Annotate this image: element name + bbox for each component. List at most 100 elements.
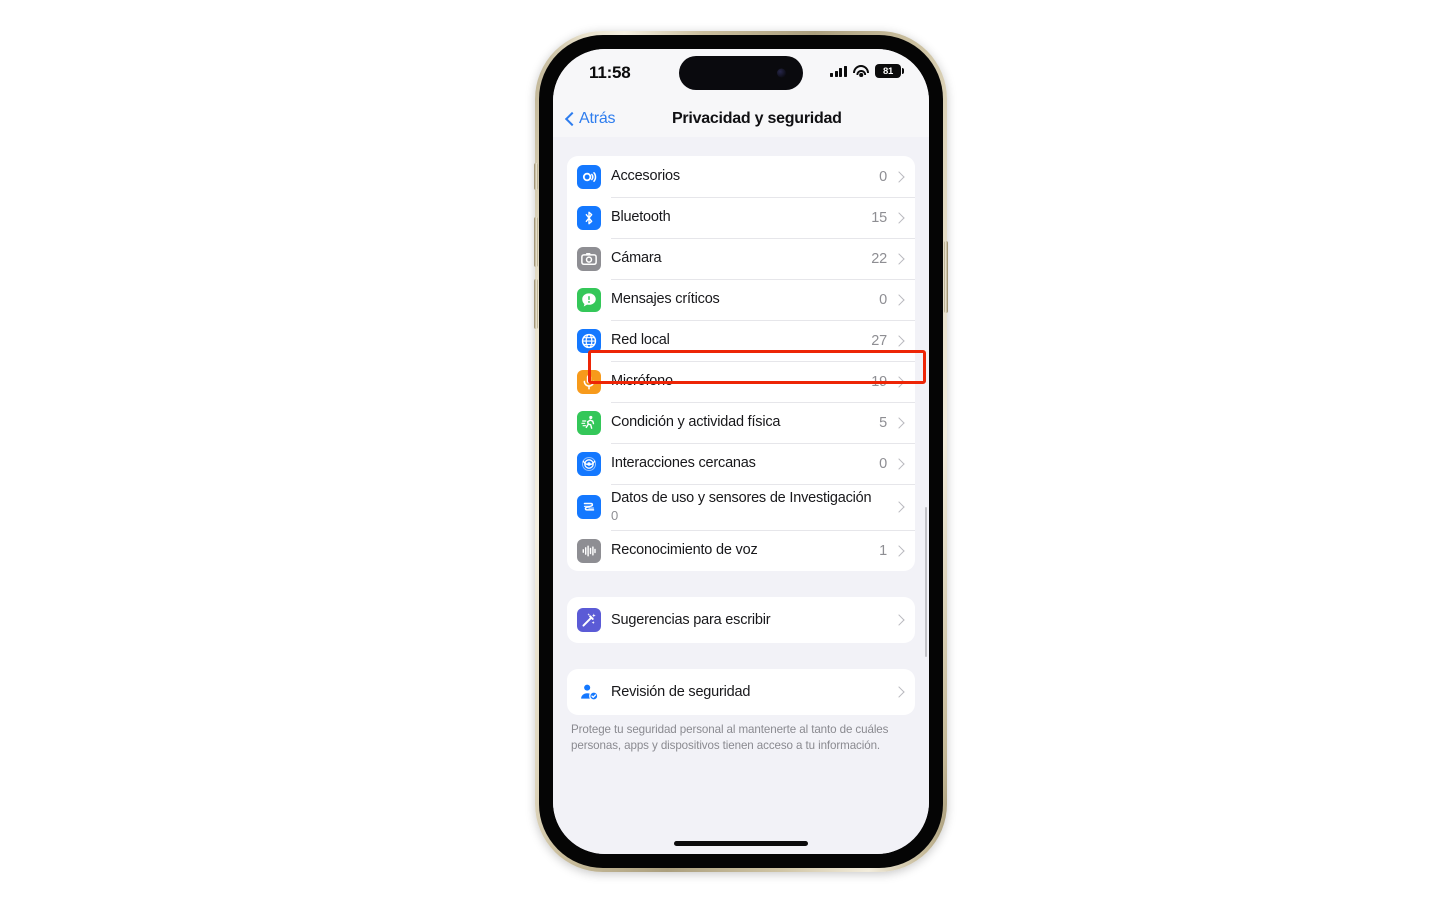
list-item-count: 0 (611, 508, 619, 523)
chevron-right-icon (895, 296, 903, 304)
list-item-accessory: 0 (879, 169, 915, 185)
list-item-text: Datos de uso y sensores de Investigación… (611, 484, 895, 530)
safety-check-group: Revisión de seguridad (567, 669, 915, 715)
volume-up-button[interactable] (534, 217, 538, 267)
cellular-bars-icon (830, 65, 847, 77)
list-item-label: Condición y actividad física (611, 414, 781, 430)
silent-switch-button[interactable] (534, 163, 538, 190)
list-item-text: Revisión de seguridad (611, 678, 895, 707)
scrollbar-thumb[interactable] (924, 507, 927, 657)
status-bar-indicators: 81 (830, 64, 904, 78)
wifi-icon (853, 65, 869, 77)
list-item-reconocimiento-de-voz[interactable]: Reconocimiento de voz 1 (567, 530, 915, 571)
list-item-camara[interactable]: Cámara 22 (567, 238, 915, 279)
navigation-bar: Atrás Privacidad y seguridad (553, 101, 929, 137)
permissions-group: Accesorios 0 Bluetooth 15 Cámara 22 Mens… (567, 156, 915, 571)
magic-wand-icon (577, 608, 601, 632)
list-item-count: 5 (879, 414, 887, 431)
chevron-right-icon (895, 173, 903, 181)
voice-waveform-icon (577, 538, 601, 563)
microphone-icon (577, 369, 601, 394)
list-item-label: Reconocimiento de voz (611, 542, 758, 558)
power-button[interactable] (944, 241, 948, 313)
list-item-datos-uso-sensores-investigacion[interactable]: Datos de uso y sensores de Investigación… (567, 484, 915, 530)
list-item-accesorios[interactable]: Accesorios 0 (567, 156, 915, 197)
list-item-label: Datos de uso y sensores de Investigación (611, 490, 872, 506)
list-item-label: Cámara (611, 250, 662, 266)
list-item-text: Accesorios (611, 162, 879, 191)
list-item-accessory: 1 (879, 543, 915, 559)
list-item-red-local[interactable]: Red local 27 (567, 320, 915, 361)
list-item-accessory (895, 503, 915, 511)
list-item-accessory: 5 (879, 415, 915, 431)
list-item-accessory: 22 (871, 251, 915, 267)
local-network-globe-icon (577, 328, 601, 353)
back-button-label: Atrás (579, 110, 616, 127)
chevron-right-icon (895, 419, 903, 427)
battery-level-label: 81 (883, 65, 893, 77)
chevron-right-icon (895, 337, 903, 345)
volume-down-button[interactable] (534, 279, 538, 329)
list-item-text: Bluetooth (611, 203, 871, 232)
chevron-right-icon (895, 547, 903, 555)
list-item-text: Red local (611, 326, 871, 355)
list-item-label: Mensajes críticos (611, 291, 720, 307)
list-item-accessory: 15 (871, 210, 915, 226)
phone-frame: 11:58 81 Atrás Privacidad y seguridad Ac… (534, 31, 948, 872)
list-item-condicion-actividad-fisica[interactable]: Condición y actividad física 5 (567, 402, 915, 443)
back-button[interactable]: Atrás (564, 110, 616, 128)
battery-icon: 81 (875, 64, 904, 78)
list-item-count: 0 (879, 455, 887, 472)
list-item-accessory: 0 (879, 456, 915, 472)
chevron-right-icon (895, 378, 903, 386)
camera-icon (577, 246, 601, 271)
bluetooth-icon (577, 205, 601, 230)
list-item-bluetooth[interactable]: Bluetooth 15 (567, 197, 915, 238)
list-item-count: 19 (871, 373, 887, 390)
screenshot-canvas: 11:58 81 Atrás Privacidad y seguridad Ac… (0, 0, 1440, 903)
list-item-text: Sugerencias para escribir (611, 606, 895, 635)
list-item-accessory (895, 688, 915, 696)
chevron-right-icon (895, 255, 903, 263)
front-camera-icon (777, 68, 786, 78)
chevron-right-icon (895, 503, 903, 511)
chevron-right-icon (895, 214, 903, 222)
status-bar-time: 11:58 (589, 63, 631, 82)
phone-bezel: 11:58 81 Atrás Privacidad y seguridad Ac… (539, 35, 943, 868)
typing-suggestions-group: Sugerencias para escribir (567, 597, 915, 643)
chevron-right-icon (895, 460, 903, 468)
accessories-icon (577, 164, 601, 189)
chevron-right-icon (895, 616, 903, 624)
critical-messages-icon (577, 287, 601, 312)
home-indicator[interactable] (674, 841, 808, 846)
list-item-accessory (895, 616, 915, 624)
phone-screen: 11:58 81 Atrás Privacidad y seguridad Ac… (553, 49, 929, 854)
list-item-label: Bluetooth (611, 209, 671, 225)
list-item-count: 0 (879, 168, 887, 185)
list-item-text: Interacciones cercanas (611, 449, 879, 478)
list-item-revision-de-seguridad[interactable]: Revisión de seguridad (567, 669, 915, 715)
person-shield-icon (577, 680, 601, 704)
list-item-text: Micrófono (611, 367, 871, 396)
list-item-mensajes-criticos[interactable]: Mensajes críticos 0 (567, 279, 915, 320)
list-item-interacciones-cercanas[interactable]: Interacciones cercanas 0 (567, 443, 915, 484)
chevron-left-icon (564, 114, 575, 125)
list-item-count: 15 (871, 209, 887, 226)
list-item-text: Cámara (611, 244, 871, 273)
list-item-accessory: 19 (871, 374, 915, 390)
list-item-text: Reconocimiento de voz (611, 536, 879, 565)
list-item-accessory: 27 (871, 333, 915, 349)
list-item-count: 27 (871, 332, 887, 349)
settings-scroll-view[interactable]: Accesorios 0 Bluetooth 15 Cámara 22 Mens… (553, 137, 929, 854)
list-item-label: Red local (611, 332, 670, 348)
chevron-right-icon (895, 688, 903, 696)
dynamic-island (679, 56, 803, 90)
list-item-label: Interacciones cercanas (611, 455, 756, 471)
list-item-text: Mensajes críticos (611, 285, 879, 314)
list-item-count: 0 (879, 291, 887, 308)
list-item-sugerencias-para-escribir[interactable]: Sugerencias para escribir (567, 597, 915, 643)
list-item-accessory: 0 (879, 292, 915, 308)
list-item-label: Micrófono (611, 373, 673, 389)
list-item-microfono[interactable]: Micrófono 19 (567, 361, 915, 402)
list-item-label: Revisión de seguridad (611, 683, 751, 700)
